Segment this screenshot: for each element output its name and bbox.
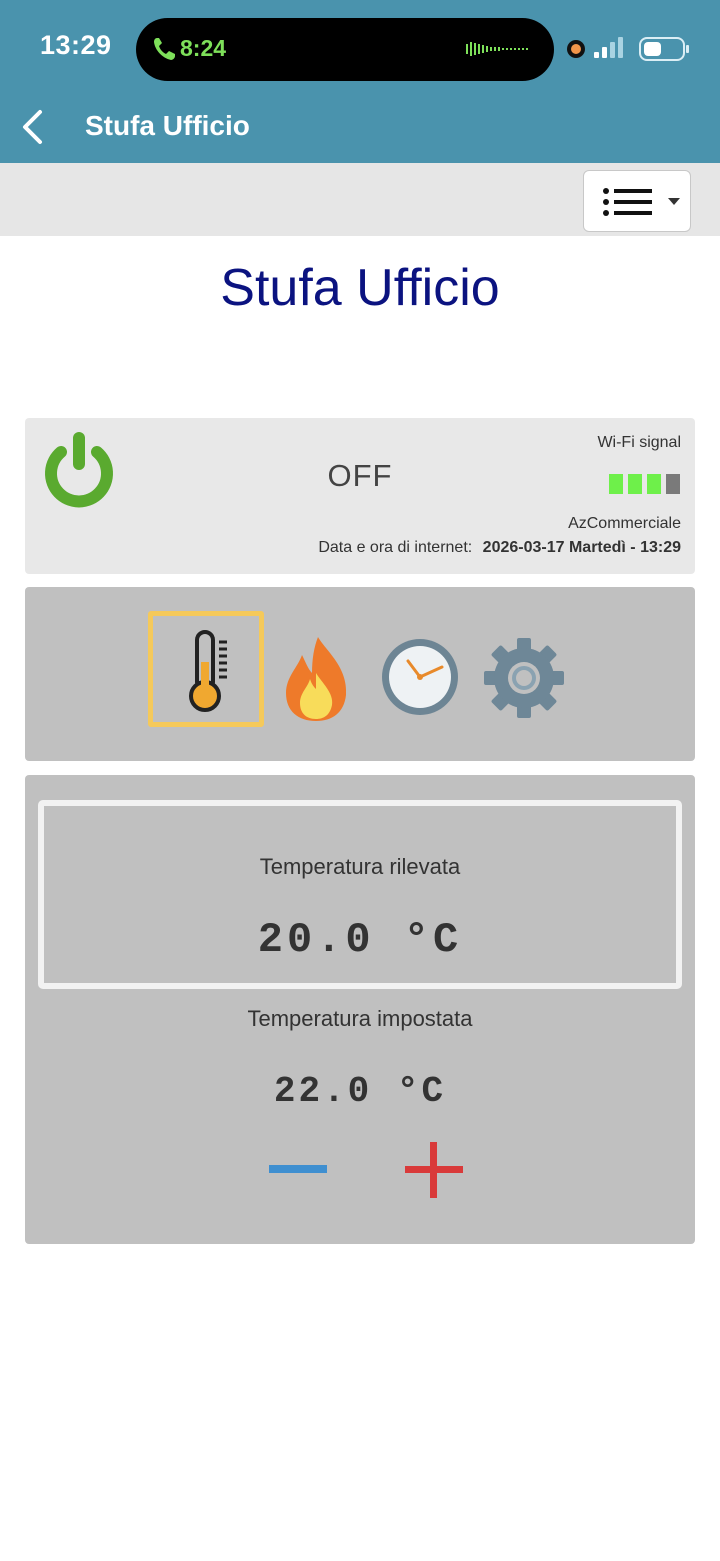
gear-icon bbox=[484, 638, 564, 718]
tab-temperature[interactable] bbox=[148, 611, 264, 727]
set-temperature-value: 22.0 °C bbox=[273, 1071, 447, 1112]
wifi-bar bbox=[628, 474, 642, 494]
wifi-bar bbox=[647, 474, 661, 494]
device-status-panel: OFF Wi-Fi signal AzCommerciale Data e or… bbox=[25, 418, 695, 574]
device-state: OFF bbox=[327, 458, 393, 493]
nav-title: Stufa Ufficio bbox=[85, 110, 250, 141]
audio-wave-icon bbox=[466, 42, 528, 56]
internet-datetime: Data e ora di internet: 2026-03-17 Marte… bbox=[318, 539, 681, 557]
status-indicators bbox=[567, 37, 689, 61]
minus-icon bbox=[269, 1165, 327, 1173]
set-temperature-label: Temperatura impostata bbox=[247, 1006, 473, 1031]
wifi-bar bbox=[609, 474, 623, 494]
list-menu-icon bbox=[603, 188, 652, 216]
clock-icon bbox=[382, 639, 458, 715]
datetime-label: Data e ora di internet: bbox=[318, 539, 473, 556]
back-chevron-icon[interactable] bbox=[18, 108, 46, 146]
measured-temperature-label: Temperatura rilevata bbox=[259, 854, 461, 879]
menu-dropdown-button[interactable] bbox=[583, 170, 691, 232]
tab-settings[interactable] bbox=[466, 611, 582, 727]
call-duration: 8:24 bbox=[180, 35, 227, 61]
wifi-label: Wi-Fi signal bbox=[597, 434, 681, 451]
flame-icon bbox=[286, 637, 347, 721]
function-tabs-panel bbox=[25, 587, 695, 761]
decrease-temperature-button[interactable] bbox=[265, 1140, 331, 1200]
page-title: Stufa Ufficio bbox=[220, 259, 500, 317]
caret-down-icon bbox=[668, 198, 680, 205]
wifi-bar bbox=[666, 474, 680, 494]
thermometer-icon bbox=[189, 630, 227, 712]
recording-dot-icon bbox=[567, 40, 585, 58]
wifi-signal-icon bbox=[609, 474, 681, 494]
dynamic-island-call[interactable]: 8:24 bbox=[136, 18, 554, 81]
cell-signal-icon bbox=[594, 37, 623, 58]
temperature-panel: Temperatura rilevata 20.0 °C Temperatura… bbox=[25, 775, 695, 1244]
plus-icon bbox=[405, 1142, 463, 1198]
network-name: AzCommerciale bbox=[568, 515, 681, 532]
phone-icon bbox=[154, 38, 175, 60]
battery-icon bbox=[639, 37, 689, 61]
status-time: 13:29 bbox=[40, 30, 112, 60]
datetime-value: 2026-03-17 Martedì - 13:29 bbox=[482, 539, 681, 556]
app-header: 13:29 8:24 Stufa Ufficio bbox=[0, 0, 720, 163]
measured-temperature-value: 20.0 °C bbox=[257, 916, 463, 964]
increase-temperature-button[interactable] bbox=[401, 1140, 467, 1200]
measured-temperature-box: Temperatura rilevata 20.0 °C bbox=[38, 800, 682, 989]
